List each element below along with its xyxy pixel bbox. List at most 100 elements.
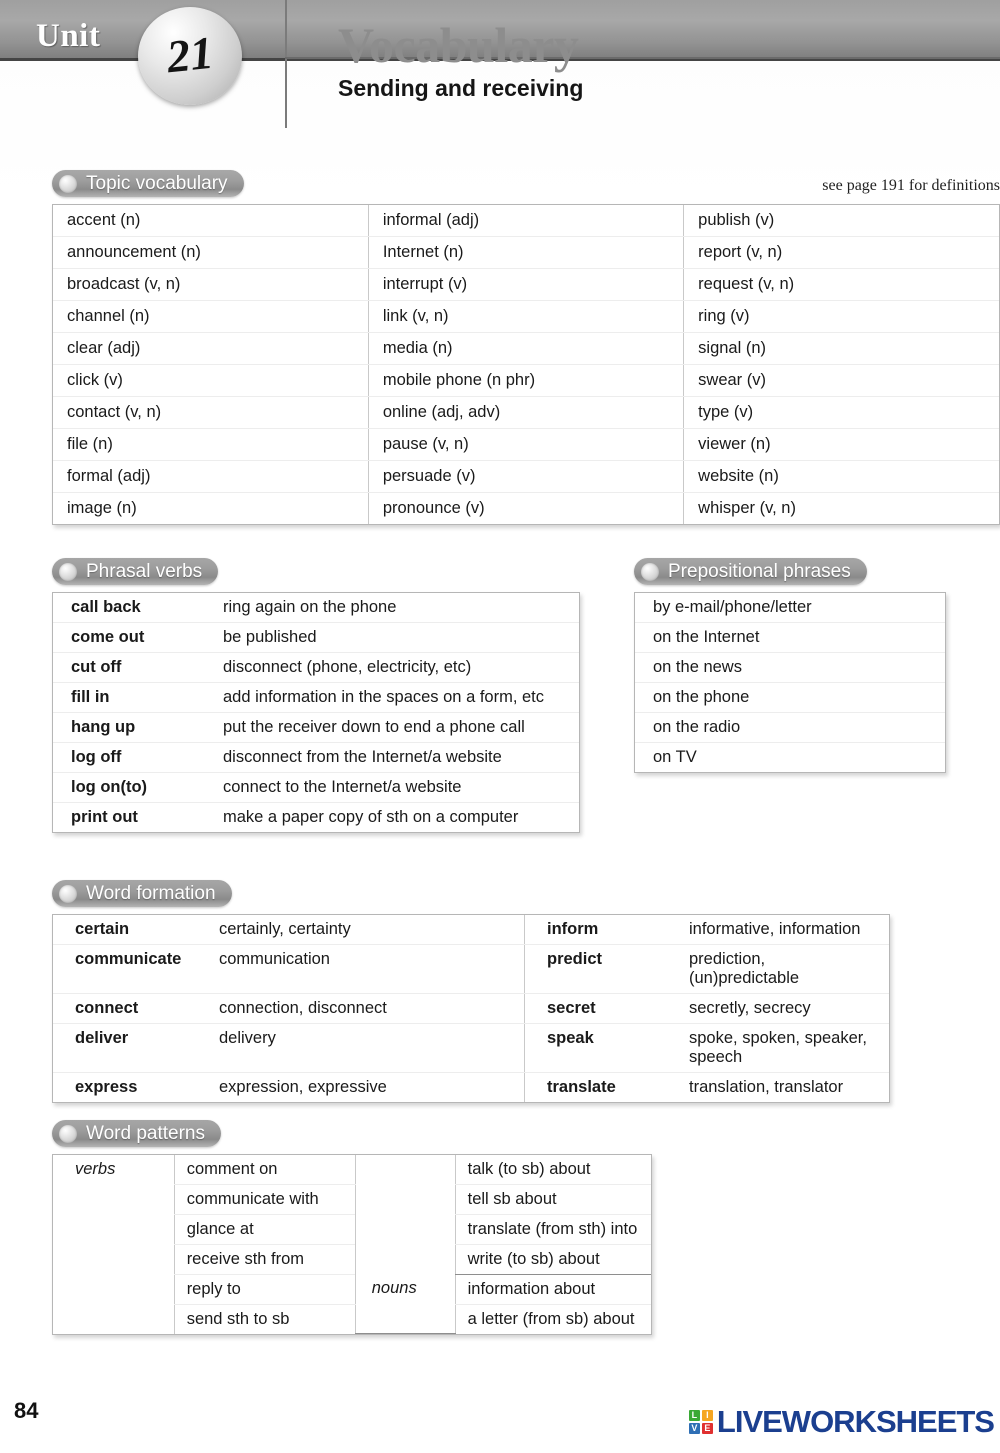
- phrasal-verb-term: hang up: [53, 712, 211, 743]
- word-formation-root: secret: [524, 993, 677, 1024]
- phrasal-verb-term: cut off: [53, 652, 211, 683]
- table-row: fill in add information in the spaces on…: [53, 682, 579, 713]
- word-formation-root: communicate: [53, 944, 207, 994]
- phrasal-verb-term: print out: [71, 807, 138, 826]
- word-formation-root: predict: [524, 944, 677, 994]
- phrasal-verb-definition: put the receiver down to end a phone cal…: [211, 712, 579, 743]
- bullet-circle-icon: [59, 174, 77, 193]
- word-pattern-verb: comment on: [173, 1154, 356, 1185]
- phrasal-verbs-table: call back ring again on the phone come o…: [53, 592, 579, 832]
- word-formation-derivatives: informative, information: [677, 914, 889, 945]
- vocab-word: website (n): [683, 460, 999, 493]
- phrasal-verb-definition: add information in the spaces on a form,…: [211, 682, 579, 713]
- vocab-word: media (n): [367, 332, 684, 365]
- section-header-prepositional-phrases: Prepositional phrases: [634, 558, 867, 585]
- phrasal-verb-term: log off: [53, 742, 211, 773]
- liveworksheets-wordmark: LIVEWORKSHEETS: [716, 1404, 995, 1439]
- word-formation-derivatives: communication: [207, 944, 525, 994]
- word-patterns-box: verbs comment on talk (to sb) about comm…: [52, 1153, 652, 1335]
- table-row: communicate communication predict predic…: [53, 944, 889, 994]
- table-row: by e-mail/phone/letter: [635, 592, 945, 623]
- phrasal-verb-definition: connect to the Internet/a website: [211, 772, 579, 803]
- table-row: come out be published: [53, 622, 579, 653]
- logo-letter-v: V: [688, 1423, 700, 1434]
- bullet-circle-icon: [59, 1124, 77, 1143]
- logo-letter-i: I: [701, 1410, 713, 1421]
- phrasal-verb-definition: disconnect from the Internet/a website: [211, 742, 579, 773]
- table-row: click (v) mobile phone (n phr) swear (v): [53, 364, 999, 397]
- word-formation-root: certain: [53, 914, 207, 945]
- vocab-word: swear (v): [683, 364, 999, 397]
- vocab-word: broadcast (v, n): [53, 268, 369, 301]
- table-row: express expression, expressive translate…: [53, 1072, 889, 1102]
- vocab-word: image (n): [67, 498, 137, 517]
- table-row: certain certainly, certainty inform info…: [53, 914, 889, 945]
- table-row: formal (adj) persuade (v) website (n): [53, 460, 999, 493]
- vocab-word: viewer (n): [683, 428, 999, 461]
- word-formation-derivatives: translation, translator: [689, 1077, 844, 1096]
- word-pattern-noun: a letter (from sb) about: [454, 1304, 651, 1334]
- section-topic-vocabulary: Topic vocabulary see page 191 for defini…: [52, 170, 1000, 525]
- table-row: announcement (n) Internet (n) report (v,…: [53, 236, 999, 269]
- word-formation-root: inform: [524, 914, 677, 945]
- vocab-word: channel (n): [53, 300, 369, 333]
- table-row: on the Internet: [635, 622, 945, 653]
- page-number: 84: [14, 1398, 39, 1423]
- phrasal-verb-term: fill in: [53, 682, 211, 713]
- table-row: cut off disconnect (phone, electricity, …: [53, 652, 579, 683]
- prepositional-phrases-table: by e-mail/phone/letter on the Internet o…: [635, 592, 945, 772]
- vocab-word: signal (n): [683, 332, 999, 365]
- word-formation-derivatives: spoke, spoken, speaker, speech: [677, 1023, 889, 1073]
- section-title: Phrasal verbs: [86, 560, 203, 582]
- page-subtitle: Sending and receiving: [338, 75, 584, 101]
- table-row: on TV: [635, 742, 945, 772]
- vocab-word: formal (adj): [53, 460, 369, 493]
- liveworksheets-logo: L I V E LIVEWORKSHEETS: [688, 1404, 995, 1440]
- word-formation-table: certain certainly, certainty inform info…: [53, 914, 889, 1102]
- phrasal-verb-definition: make a paper copy of sth on a computer: [223, 807, 519, 826]
- vocab-word: accent (n): [53, 204, 369, 237]
- see-page-note: see page 191 for definitions: [822, 177, 1000, 194]
- vocab-word: clear (adj): [53, 332, 369, 365]
- table-row: log off disconnect from the Internet/a w…: [53, 742, 579, 773]
- table-row: hang up put the receiver down to end a p…: [53, 712, 579, 743]
- word-formation-root: deliver: [53, 1023, 207, 1073]
- word-formation-root: translate: [524, 1072, 677, 1102]
- word-formation-derivatives: expression, expressive: [219, 1077, 387, 1096]
- word-pattern-verb: tell sb about: [454, 1184, 651, 1215]
- section-title: Word patterns: [86, 1122, 205, 1144]
- page-title: Vocabulary: [338, 17, 579, 73]
- word-pattern-verb: glance at: [173, 1214, 356, 1245]
- table-row: call back ring again on the phone: [53, 592, 579, 623]
- vocab-word: file (n): [53, 428, 369, 461]
- section-prepositional-phrases: Prepositional phrases by e-mail/phone/le…: [634, 558, 946, 773]
- section-word-formation: Word formation certain certainly, certai…: [52, 880, 890, 1103]
- vocab-word: click (v): [53, 364, 369, 397]
- bullet-circle-icon: [641, 562, 659, 581]
- logo-letter-e: E: [701, 1423, 713, 1434]
- vocab-word: request (v, n): [683, 268, 999, 301]
- section-header-phrasal-verbs: Phrasal verbs: [52, 558, 219, 585]
- table-row: broadcast (v, n) interrupt (v) request (…: [53, 268, 999, 301]
- prepositional-phrase: on the news: [635, 652, 945, 683]
- prepositional-phrase: on TV: [653, 747, 697, 766]
- vocab-word: report (v, n): [683, 236, 999, 269]
- table-row: image (n) pronounce (v) whisper (v, n): [53, 492, 999, 524]
- prepositional-phrases-box: by e-mail/phone/letter on the Internet o…: [634, 591, 946, 773]
- section-title: Word formation: [86, 882, 216, 904]
- table-row: contact (v, n) online (adj, adv) type (v…: [53, 396, 999, 429]
- word-pattern-verb: talk (to sb) about: [454, 1154, 651, 1185]
- prepositional-phrase: on the Internet: [635, 622, 945, 653]
- word-pattern-verb: translate (from sth) into: [454, 1214, 651, 1245]
- word-pattern-verb: send sth to sb: [173, 1304, 356, 1334]
- table-row: on the radio: [635, 712, 945, 743]
- word-formation-derivatives: connection, disconnect: [207, 993, 525, 1024]
- word-pattern-noun: information about: [454, 1274, 651, 1305]
- vocab-word: ring (v): [683, 300, 999, 333]
- vocab-word: online (adj, adv): [367, 396, 684, 429]
- table-row: file (n) pause (v, n) viewer (n): [53, 428, 999, 461]
- table-row: on the news: [635, 652, 945, 683]
- word-patterns-category-nouns: nouns: [354, 1274, 456, 1334]
- phrasal-verb-term: call back: [53, 592, 211, 623]
- table-row: verbs comment on talk (to sb) about: [53, 1154, 651, 1274]
